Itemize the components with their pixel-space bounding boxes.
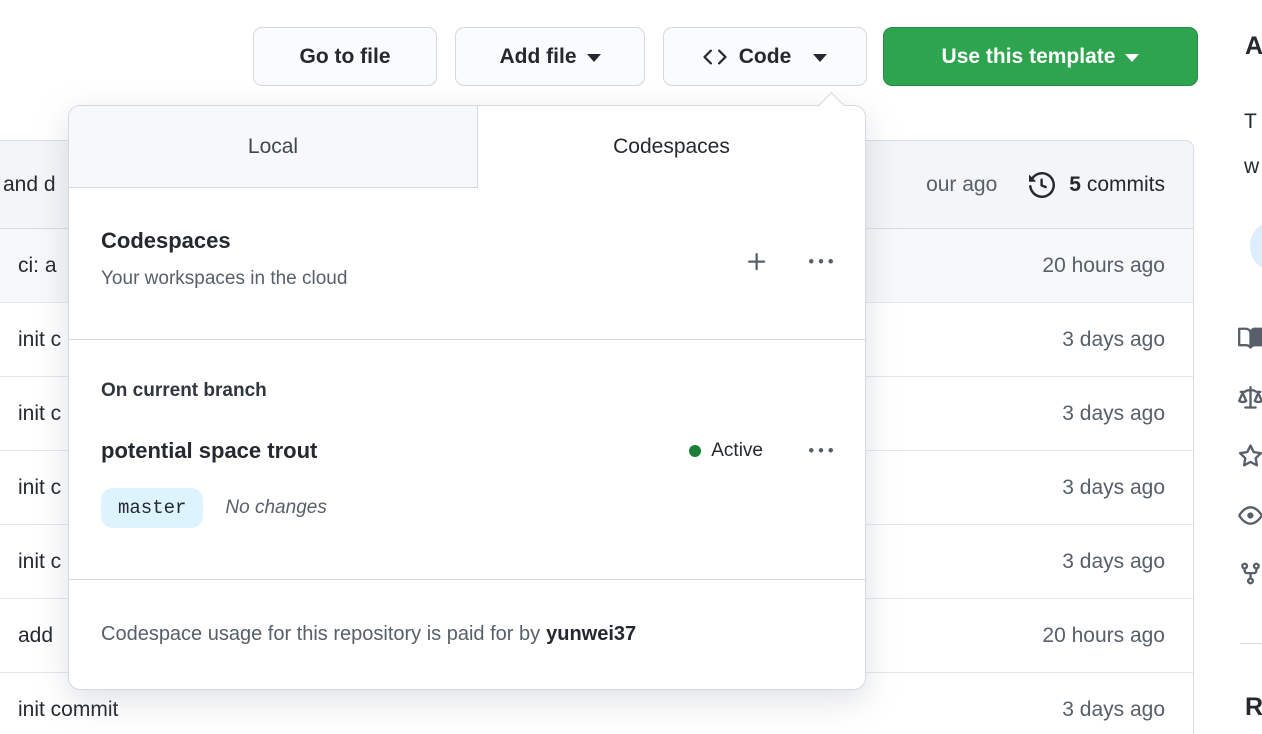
new-codespace-button[interactable] — [745, 250, 769, 274]
codespace-item-options-button[interactable] — [809, 439, 833, 463]
codespace-name[interactable]: potential space trout — [101, 438, 317, 464]
file-row-time: 3 days ago — [1062, 549, 1165, 573]
caret-down-icon — [1125, 54, 1140, 62]
code-label: Code — [738, 44, 792, 68]
caret-down-icon — [813, 54, 828, 62]
codespace-usage-footer: Codespace usage for this repository is p… — [69, 579, 865, 689]
use-this-template-label: Use this template — [941, 44, 1116, 68]
commit-count[interactable]: 5 — [1069, 173, 1081, 196]
file-row-message[interactable]: init commit — [18, 698, 118, 722]
topic-pill[interactable] — [1250, 220, 1262, 272]
kebab-horizontal-icon — [809, 439, 833, 463]
plus-icon — [745, 250, 769, 274]
branch-badge[interactable]: master — [101, 488, 204, 528]
releases-heading: R — [1245, 693, 1262, 721]
tab-codespaces[interactable]: Codespaces — [478, 106, 865, 188]
usage-text: Codespace usage for this repository is p… — [101, 623, 541, 645]
file-row-message[interactable]: init c — [18, 550, 61, 574]
fork-icon — [1238, 561, 1262, 586]
on-current-branch-heading: On current branch — [101, 380, 267, 401]
latest-commit-time: our ago — [926, 172, 998, 196]
file-row-message[interactable]: ci: a — [18, 254, 57, 278]
usage-owner: yunwei37 — [546, 623, 637, 645]
tab-codespaces-label: Codespaces — [613, 135, 730, 158]
file-row-time: 3 days ago — [1062, 697, 1165, 721]
about-sidebar: A T w R — [1225, 0, 1262, 734]
caret-down-icon — [586, 54, 601, 62]
history-icon — [1029, 171, 1056, 198]
file-row-time: 3 days ago — [1062, 327, 1165, 351]
dropdown-tabs: Local Codespaces — [69, 106, 865, 188]
star-icon — [1238, 444, 1262, 469]
book-icon — [1238, 326, 1262, 351]
about-heading: A — [1245, 32, 1262, 60]
code-icon — [703, 45, 727, 69]
active-status-dot-icon — [689, 445, 702, 457]
file-row-time: 3 days ago — [1062, 475, 1165, 499]
code-dropdown: Local Codespaces Codespaces Your workspa… — [68, 92, 866, 690]
codespaces-subtitle: Your workspaces in the cloud — [101, 268, 348, 289]
about-description-line1: T — [1244, 110, 1257, 133]
codespaces-header: Codespaces Your workspaces in the cloud — [69, 188, 865, 339]
tab-local[interactable]: Local — [69, 106, 478, 188]
kebab-horizontal-icon — [809, 250, 833, 274]
changes-status: No changes — [225, 497, 327, 518]
sidebar-divider — [1240, 643, 1262, 644]
codespaces-title: Codespaces — [101, 228, 231, 253]
use-this-template-button[interactable]: Use this template — [883, 27, 1198, 86]
file-row-time: 20 hours ago — [1042, 623, 1165, 647]
file-row-time: 3 days ago — [1062, 401, 1165, 425]
file-row-message[interactable]: init c — [18, 328, 61, 352]
codespace-status: Active — [711, 440, 763, 461]
about-description-line2: w — [1244, 155, 1260, 178]
file-row-message[interactable]: add — [18, 624, 53, 648]
law-icon — [1238, 386, 1262, 411]
go-to-file-label: Go to file — [299, 44, 391, 68]
codespaces-options-button[interactable] — [809, 250, 833, 274]
eye-icon — [1238, 503, 1262, 528]
file-row-message[interactable]: init c — [18, 476, 61, 500]
go-to-file-button[interactable]: Go to file — [253, 27, 437, 86]
file-row-message[interactable]: init c — [18, 402, 61, 426]
latest-commit-message[interactable]: and d — [3, 173, 56, 197]
add-file-button[interactable]: Add file — [455, 27, 645, 86]
tab-local-label: Local — [247, 134, 299, 158]
commit-count-label[interactable]: commits — [1087, 173, 1165, 196]
on-current-branch-section: On current branch potential space trout … — [69, 339, 865, 581]
code-button[interactable]: Code — [663, 27, 867, 86]
file-row-time: 20 hours ago — [1042, 253, 1165, 277]
add-file-label: Add file — [499, 44, 577, 68]
github-repo-page: and d our ago 5 commits ci: a 20 hours a… — [0, 0, 1262, 734]
